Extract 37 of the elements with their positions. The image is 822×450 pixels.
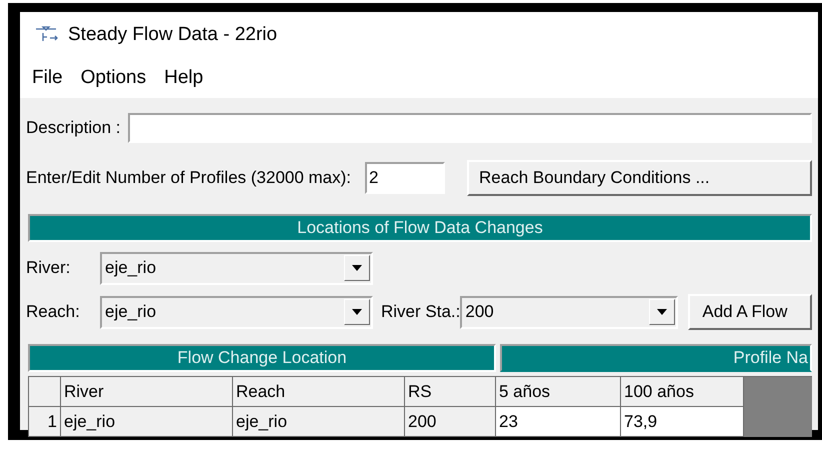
table-cell: 200 bbox=[405, 407, 496, 437]
table-group-header: Profile Na bbox=[500, 344, 812, 372]
menu-item[interactable]: File bbox=[26, 64, 69, 92]
add-flow-button[interactable]: Add A Flow bbox=[688, 294, 812, 330]
reach-label: Reach: bbox=[26, 301, 81, 324]
row-number: 1 bbox=[29, 407, 61, 437]
table-cell: 23 bbox=[496, 407, 621, 437]
river-label: River: bbox=[26, 257, 72, 280]
caret-icon bbox=[657, 309, 668, 315]
table-cell: eje_rio bbox=[233, 407, 405, 437]
column-header[interactable]: 100 años bbox=[621, 377, 744, 407]
description-label: Description : bbox=[26, 117, 120, 140]
menu-item[interactable]: Options bbox=[74, 64, 152, 92]
caret-icon bbox=[352, 265, 362, 271]
column-header[interactable]: Reach bbox=[233, 377, 405, 407]
window-title: Steady Flow Data - 22rio bbox=[68, 22, 278, 47]
flow-icon bbox=[34, 26, 60, 44]
reach-dropdown[interactable]: eje_rio bbox=[100, 296, 373, 328]
profiles-label: Enter/Edit Number of Profiles (32000 max): bbox=[26, 167, 352, 190]
table-cell: 73,9 bbox=[621, 407, 744, 437]
boundary-conditions-button[interactable]: Reach Boundary Conditions ... bbox=[467, 160, 812, 196]
column-header[interactable]: River bbox=[61, 377, 233, 407]
table-group-header: Flow Change Location bbox=[28, 344, 496, 372]
menu-item[interactable]: Help bbox=[158, 64, 210, 92]
profiles-field[interactable]: 2 bbox=[365, 162, 446, 194]
caret-icon bbox=[352, 309, 362, 315]
column-header[interactable]: RS bbox=[405, 377, 496, 407]
dropdown-button[interactable] bbox=[649, 299, 676, 325]
description-field[interactable] bbox=[128, 113, 812, 143]
dropdown-button[interactable] bbox=[344, 299, 370, 325]
river-station-dropdown[interactable]: 200 bbox=[460, 296, 678, 328]
dropdown-button[interactable] bbox=[344, 255, 370, 281]
river-dropdown[interactable]: eje_rio bbox=[100, 252, 373, 284]
column-header[interactable]: 5 años bbox=[496, 377, 621, 407]
table-cell: eje_rio bbox=[61, 407, 233, 437]
river-station-label: River Sta.: bbox=[381, 301, 460, 324]
section-header: Locations of Flow Data Changes bbox=[28, 214, 812, 242]
